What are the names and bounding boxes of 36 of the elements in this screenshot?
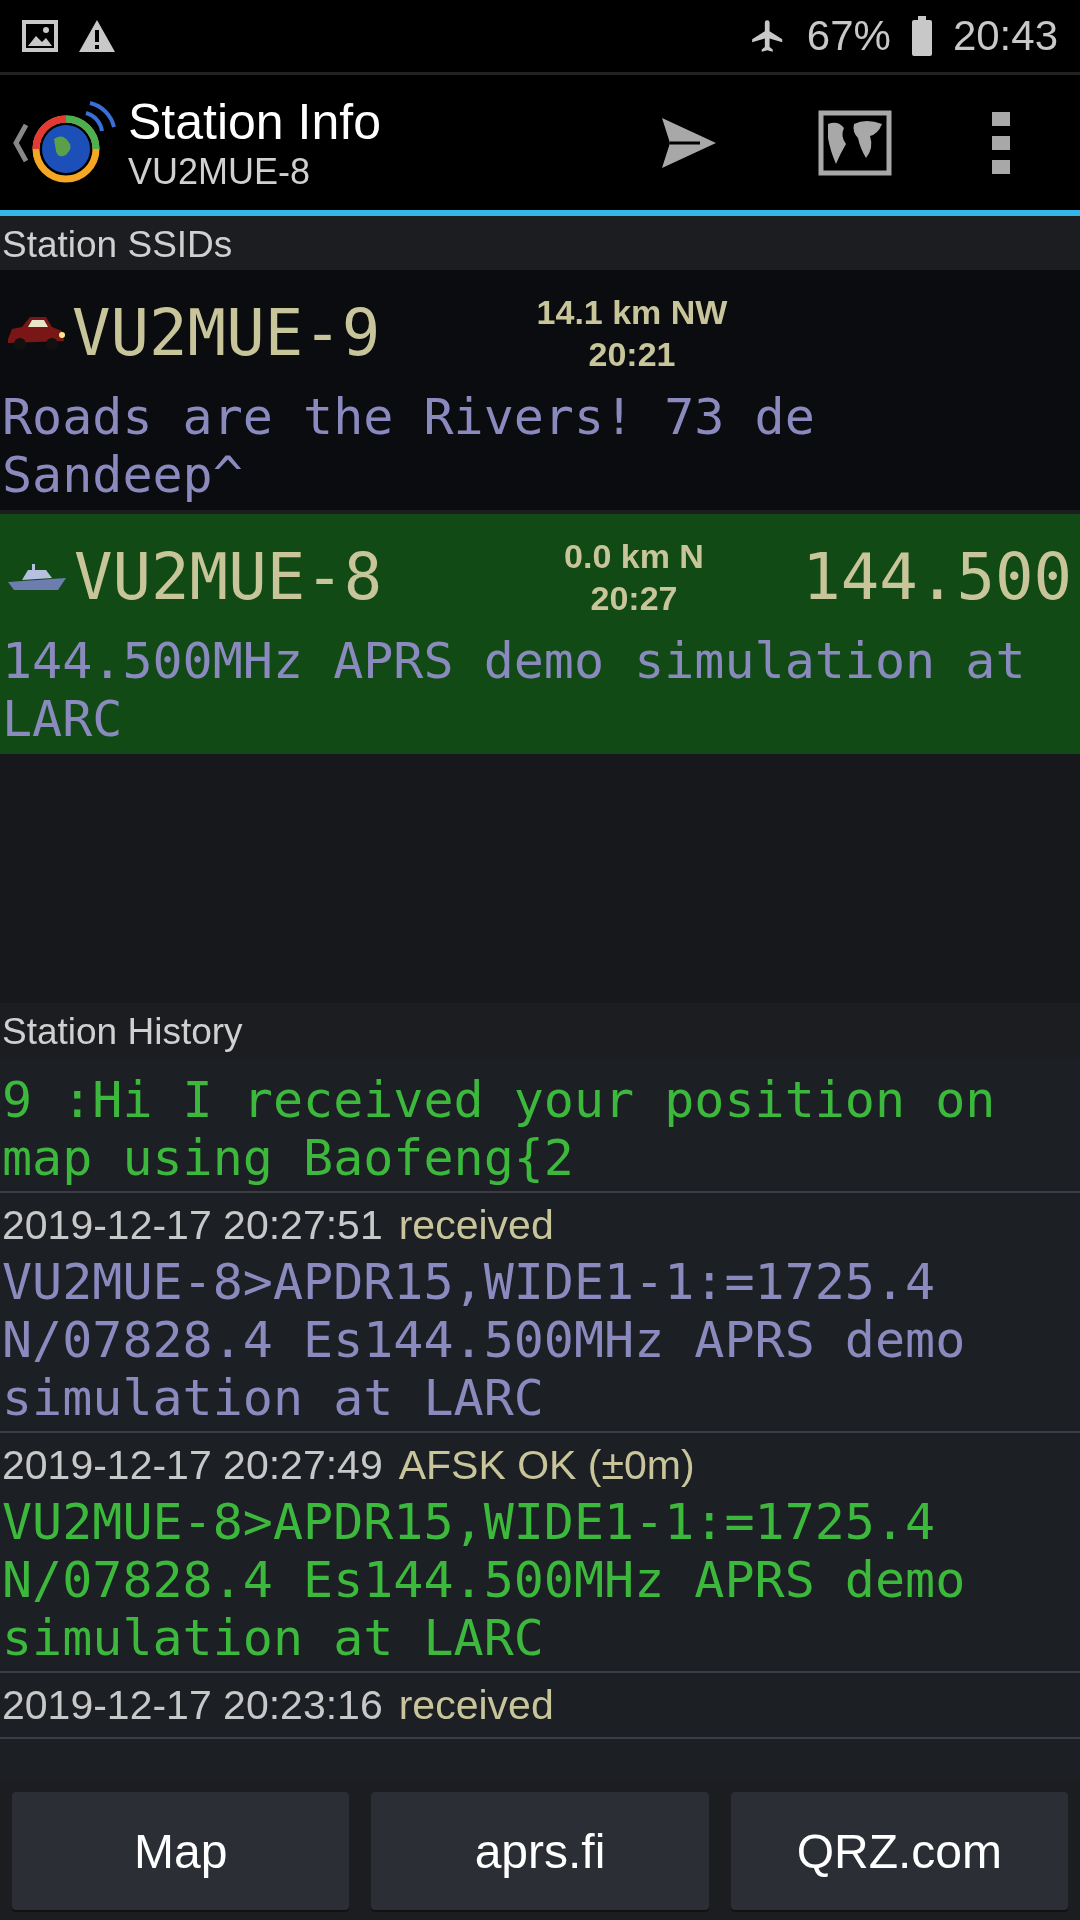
- packet-status: AFSK OK (±0m): [398, 1441, 695, 1490]
- packet-status: received: [398, 1681, 554, 1730]
- warning-icon: [78, 19, 116, 53]
- overflow-menu-icon[interactable]: [992, 111, 1010, 174]
- distance-text: 14.1 km NW: [536, 292, 728, 333]
- back-icon[interactable]: [12, 122, 28, 163]
- packet-text: 9 :Hi I received your position on map using Baofeng{2: [1, 1071, 997, 1187]
- send-icon[interactable]: [660, 115, 718, 170]
- link-button[interactable]: aprs.fi: [371, 1792, 709, 1910]
- section-heading: Station SSIDs: [1, 223, 234, 267]
- battery-icon: [910, 16, 933, 56]
- packet-text: VU2MUE-8>APDR15,WIDE1-1:=1725.4 N/07828.4 Es144.500MHz APRS demo simulation at LARC: [1, 1253, 967, 1427]
- frequency-text: 144.500: [802, 540, 1073, 614]
- timestamp: 2019-12-17 20:27:51: [2, 1201, 383, 1250]
- image-icon: [22, 20, 58, 52]
- callsign: VU2MUE-8: [74, 540, 384, 614]
- station-item[interactable]: VU2MUE-9 14.1 km NW 20:21 Roads are the Rivers! 73 de Sandeep^: [0, 270, 1080, 514]
- world-map-icon[interactable]: [818, 109, 892, 176]
- timestamp: 2019-12-17 20:27:49: [2, 1441, 383, 1490]
- packet-text: VU2MUE-8>APDR15,WIDE1-1:=1725.4 N/07828.4 Es144.500MHz APRS demo simulation at LARC: [1, 1493, 967, 1667]
- time-text: 20:21: [588, 334, 676, 375]
- time-text: 20:27: [590, 578, 678, 619]
- station-item[interactable]: VU2MUE-8 0.0 km N 20:27 144.500 144.500MHz APRS demo simulation at LARC: [0, 514, 1080, 754]
- clock: 20:43: [952, 12, 1058, 60]
- battery-percent: 67%: [806, 12, 891, 60]
- callsign: VU2MUE-9: [72, 296, 382, 370]
- station-comment: 144.500MHz APRS demo simulation at LARC: [1, 632, 1027, 748]
- station-comment: Roads are the Rivers! 73 de Sandeep^: [1, 388, 816, 504]
- distance-text: 0.0 km N: [564, 536, 704, 577]
- link-button[interactable]: Map: [12, 1792, 350, 1910]
- link-button[interactable]: QRZ.com: [730, 1792, 1068, 1910]
- packet-status: received: [398, 1201, 554, 1250]
- screen-subtitle: VU2MUE-8: [128, 150, 312, 193]
- section-heading: Station History: [1, 1010, 244, 1054]
- screen-title: Station Info: [128, 92, 381, 151]
- timestamp: 2019-12-17 20:23:16: [2, 1681, 383, 1730]
